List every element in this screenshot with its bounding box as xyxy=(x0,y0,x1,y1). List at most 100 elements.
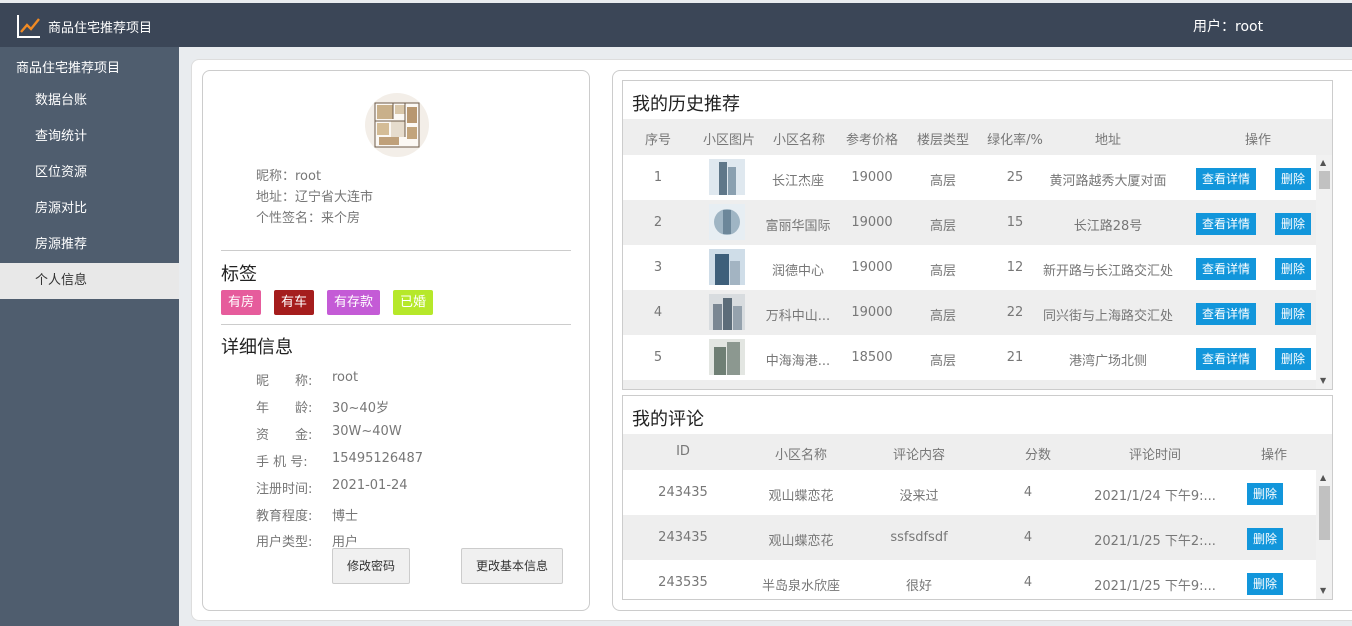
delete-button[interactable]: 删除 xyxy=(1275,348,1311,370)
column-header: 小区图片 xyxy=(702,133,755,148)
table-row: 3 润德中心 19000 高层 12 新开路与长江路交汇处 查看详情 删除 xyxy=(623,245,1316,290)
delete-button[interactable]: 删除 xyxy=(1275,168,1311,190)
scroll-down-icon[interactable]: ▼ xyxy=(1320,587,1326,595)
table-row: 243435 观山蝶恋花 没来过 4 2021/1/24 下午9:... 删除 xyxy=(623,470,1316,515)
detail-value: 博士 xyxy=(332,509,359,524)
community-name: 富丽华国际 xyxy=(765,219,831,234)
column-header: 参考价格 xyxy=(845,133,898,148)
view-detail-button[interactable]: 查看详情 xyxy=(1196,168,1256,190)
tags-title: 标签 xyxy=(221,264,257,285)
change-password-button[interactable]: 修改密码 xyxy=(332,548,410,584)
comments-table-body: 243435 观山蝶恋花 没来过 4 2021/1/24 下午9:... 删除 … xyxy=(623,470,1316,599)
detail-label: 手 机 号: xyxy=(256,455,308,470)
tag-married: 已婚 xyxy=(393,290,434,315)
column-header: 小区名称 xyxy=(774,448,827,463)
price: 19000 xyxy=(851,170,893,185)
delete-button[interactable]: 删除 xyxy=(1247,573,1283,595)
top-bar: 商品住宅推荐项目 用户：root xyxy=(0,0,1352,47)
scroll-down-icon[interactable]: ▼ xyxy=(1320,377,1326,385)
records-card: 我的历史推荐 序号 小区图片 小区名称 参考价格 楼层类型 绿化率/% 地址 操… xyxy=(612,70,1352,611)
detail-value: 15495126487 xyxy=(332,451,423,466)
scroll-up-icon[interactable]: ▲ xyxy=(1320,474,1326,482)
comment-content: ssfsdfsdf xyxy=(890,530,948,545)
sidebar-item-data-ledger[interactable]: 数据台账 xyxy=(0,83,179,119)
comment-time: 2021/1/24 下午9:... xyxy=(1094,489,1216,504)
view-detail-button[interactable]: 查看详情 xyxy=(1196,213,1256,235)
floor-type: 高层 xyxy=(929,264,956,279)
detail-title: 详细信息 xyxy=(221,337,293,358)
community-name: 半岛泉水欣座 xyxy=(761,579,840,594)
delete-button[interactable]: 删除 xyxy=(1275,213,1311,235)
address: 长江路28号 xyxy=(1073,219,1143,234)
sidebar-item-query-stats[interactable]: 查询统计 xyxy=(0,119,179,155)
building-thumbnail[interactable] xyxy=(709,204,745,240)
view-detail-button[interactable]: 查看详情 xyxy=(1196,303,1256,325)
avatar[interactable] xyxy=(365,93,429,157)
community-name: 长江杰座 xyxy=(771,174,824,189)
comments-table-header: ID 小区名称 评论内容 分数 评论时间 操作 xyxy=(623,434,1332,470)
community-name: 万科中山... xyxy=(765,309,831,324)
comments-panel: 我的评论 ID 小区名称 评论内容 分数 评论时间 操作 243435 观山蝶恋… xyxy=(622,395,1333,600)
sidebar-item-location[interactable]: 区位资源 xyxy=(0,155,179,191)
community-name: 润德中心 xyxy=(771,264,824,279)
change-info-button[interactable]: 更改基本信息 xyxy=(461,548,563,584)
detail-value: 30~40岁 xyxy=(332,401,389,416)
detail-label: 昵 称: xyxy=(256,374,313,389)
history-scrollbar[interactable]: ▲ ▼ xyxy=(1316,155,1332,389)
price: 19000 xyxy=(851,305,893,320)
score: 4 xyxy=(1023,575,1033,590)
delete-button[interactable]: 删除 xyxy=(1247,483,1283,505)
column-header: 楼层类型 xyxy=(916,133,969,148)
divider xyxy=(221,250,571,251)
scroll-up-icon[interactable]: ▲ xyxy=(1320,159,1326,167)
comments-scrollbar[interactable]: ▲ ▼ xyxy=(1316,470,1332,599)
view-detail-button[interactable]: 查看详情 xyxy=(1196,348,1256,370)
delete-button[interactable]: 删除 xyxy=(1275,303,1311,325)
floorplan-icon xyxy=(374,102,420,148)
table-row xyxy=(623,380,1316,389)
column-header: 小区名称 xyxy=(772,133,825,148)
row-no: 4 xyxy=(653,305,663,320)
tag-has-house: 有房 xyxy=(221,290,262,315)
community-name: 观山蝶恋花 xyxy=(768,489,834,504)
comment-id: 243435 xyxy=(658,530,708,545)
delete-button[interactable]: 删除 xyxy=(1275,258,1311,280)
main-content: 昵称：root 地址：辽宁省大连市 个性签名：来个房 标签 有房 有车 有存款 … xyxy=(191,59,1352,621)
detail-value: 30W~40W xyxy=(332,424,402,439)
view-detail-button[interactable]: 查看详情 xyxy=(1196,258,1256,280)
column-header: 绿化率/% xyxy=(987,133,1043,148)
app-title: 商品住宅推荐项目 xyxy=(48,21,153,36)
price: 19000 xyxy=(851,215,893,230)
comments-title: 我的评论 xyxy=(632,409,704,430)
history-table-header: 序号 小区图片 小区名称 参考价格 楼层类型 绿化率/% 地址 操作 xyxy=(623,119,1332,155)
comment-id: 243435 xyxy=(658,485,708,500)
address-line: 地址：辽宁省大连市 xyxy=(256,190,374,205)
table-row: 243435 观山蝶恋花 ssfsdfsdf 4 2021/1/25 下午2:.… xyxy=(623,515,1316,560)
sidebar-title[interactable]: 商品住宅推荐项目 xyxy=(16,57,120,76)
floor-type: 高层 xyxy=(929,219,956,234)
row-no: 3 xyxy=(653,260,663,275)
comment-content: 没来过 xyxy=(899,489,939,504)
sidebar-item-profile[interactable]: 个人信息 xyxy=(0,263,179,299)
building-thumbnail[interactable] xyxy=(709,294,745,330)
detail-label: 年 龄: xyxy=(256,401,313,416)
column-header: 序号 xyxy=(644,133,671,148)
column-header: 操作 xyxy=(1260,448,1287,463)
scroll-thumb[interactable] xyxy=(1319,171,1330,189)
scroll-thumb[interactable] xyxy=(1319,486,1330,540)
building-thumbnail[interactable] xyxy=(709,249,745,285)
history-panel: 我的历史推荐 序号 小区图片 小区名称 参考价格 楼层类型 绿化率/% 地址 操… xyxy=(622,80,1333,390)
sidebar-item-compare[interactable]: 房源对比 xyxy=(0,191,179,227)
history-title: 我的历史推荐 xyxy=(632,94,740,115)
column-header: 分数 xyxy=(1024,448,1051,463)
building-thumbnail[interactable] xyxy=(709,339,745,375)
sidebar-item-recommend[interactable]: 房源推荐 xyxy=(0,227,179,263)
comment-time: 2021/1/25 下午2:... xyxy=(1094,534,1216,549)
delete-button[interactable]: 删除 xyxy=(1247,528,1283,550)
floor-type: 高层 xyxy=(929,309,956,324)
detail-value: root xyxy=(332,370,359,385)
column-header: 评论时间 xyxy=(1128,448,1181,463)
building-thumbnail[interactable] xyxy=(709,159,745,195)
address: 同兴街与上海路交汇处 xyxy=(1042,309,1173,324)
user-label: 用户：root xyxy=(1193,19,1264,35)
